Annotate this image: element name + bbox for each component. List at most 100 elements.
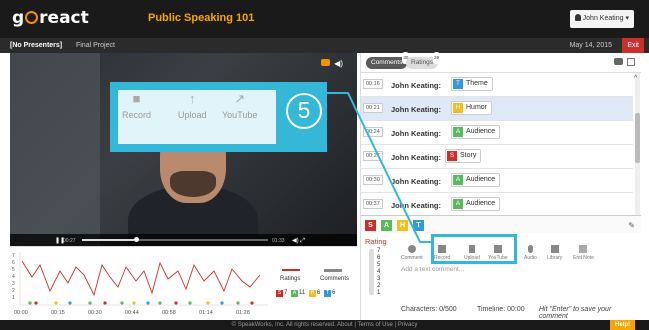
logo[interactable]: g react [12, 8, 89, 28]
print-icon[interactable] [627, 58, 635, 66]
legend-ratings: Ratings [280, 276, 301, 282]
callout-record: ■ Record [122, 91, 152, 121]
comment-row[interactable]: 00:37 John Keating: A Audience [361, 193, 633, 217]
ratings-series-line [21, 260, 261, 297]
comments-panel: Comments 30 Ratings 29 00:16 John Keating:… [360, 52, 641, 320]
comment-time[interactable]: 00:27 [363, 151, 383, 161]
microphone-icon [527, 245, 533, 253]
rating-button-t[interactable]: T [413, 220, 424, 231]
rating-button-s[interactable]: S [365, 220, 376, 231]
help-button[interactable]: Help! [610, 320, 635, 330]
x-tick: 01:28 [236, 310, 250, 316]
count-badge-s: S [276, 290, 283, 297]
comment-row[interactable]: 00:16 John Keating: T Theme [361, 73, 633, 97]
fullscreen-icon[interactable]: ◀) ⤢ [292, 237, 305, 245]
comment-time[interactable]: 00:37 [363, 199, 383, 209]
sub-header: [No Presenters] Final Project May 14, 20… [0, 38, 649, 53]
rating-selector: Rating 7 6 5 4 3 2 1 [365, 237, 395, 296]
footer-text: © SpeakWorks, Inc. All rights reserved. … [231, 322, 418, 328]
character-count: Characters: 0/500 [401, 306, 457, 313]
legend-comments-swatch [324, 269, 342, 272]
edit-icon[interactable]: ✎ [628, 221, 635, 230]
y-tick: 2 [12, 288, 15, 294]
comment-bubble-icon[interactable] [321, 59, 331, 66]
comment-tool-button[interactable]: Comment [401, 245, 423, 261]
ratings-graph: 7 6 5 4 3 2 1 00:00 00:15 00:30 00:44 00… [10, 246, 357, 320]
comment-author: John Keating: [391, 201, 441, 210]
note-icon [579, 245, 588, 253]
rating-values: 7 6 5 4 3 2 1 [377, 248, 381, 296]
timeline-value: Timeline: 00:00 [477, 306, 525, 313]
comment-input[interactable]: Add a text comment... [401, 266, 631, 300]
save-hint: Hit "Enter" to save your comment [539, 306, 612, 320]
scrollbar-thumb[interactable] [635, 113, 640, 163]
comment-row[interactable]: 00:21 John Keating: H Humor [361, 97, 633, 121]
count-badge-t: T [323, 290, 331, 297]
comment-scrollbar[interactable] [635, 73, 640, 223]
legend-ratings-swatch [282, 269, 300, 271]
comment-tag: A Audience [451, 197, 501, 211]
session-date: May 14, 2015 [569, 42, 612, 49]
audio-button[interactable]: Audio [524, 245, 537, 261]
comment-tag: S Story [445, 149, 482, 163]
external-link-icon: ↗ [234, 91, 246, 106]
comment-icon [407, 245, 416, 253]
chevron-up-icon[interactable]: ^ [634, 75, 637, 82]
course-title: Public Speaking 101 [148, 12, 255, 24]
y-tick: 5 [12, 267, 15, 273]
tab-ratings[interactable]: Ratings 29 [406, 52, 441, 69]
user-menu-button[interactable]: John Keating ▾ [569, 10, 634, 28]
seek-handle[interactable] [134, 237, 140, 242]
rating-button-a[interactable]: A [381, 220, 392, 231]
ratings-count: 29 [433, 52, 441, 64]
volume-icon[interactable]: ◀) [334, 59, 343, 68]
rating-button-h[interactable]: H [397, 220, 408, 231]
comment-author: John Keating: [391, 177, 441, 186]
seek-bar[interactable] [82, 237, 268, 242]
callout-box: ■ Record ↑ Upload ↗ YouTube 5 [110, 82, 327, 152]
rating-slider[interactable] [369, 249, 374, 295]
count-badge-a: A [291, 290, 299, 297]
y-tick: 3 [12, 281, 15, 287]
y-tick: 6 [12, 260, 15, 266]
y-tick: 4 [12, 274, 15, 280]
x-tick: 00:00 [14, 310, 28, 316]
comment-row[interactable]: 00:30 John Keating: A Audience [361, 169, 633, 193]
callout-highlight [431, 234, 517, 264]
comment-tag: A Audience [451, 125, 501, 139]
footer: © SpeakWorks, Inc. All rights reserved. … [0, 320, 649, 330]
comment-status: Characters: 0/500 Timeline: 00:00 Hit "E… [401, 306, 641, 320]
total-time: 01:33 [272, 238, 285, 244]
video-controls: ❚❚ 00:27 01:33 ◀) ⤢ [10, 234, 357, 246]
library-button[interactable]: Library [547, 245, 562, 261]
comment-author: John Keating: [391, 105, 441, 114]
current-time: 00:27 [63, 238, 76, 244]
comment-author: John Keating: [391, 153, 441, 162]
comment-time[interactable]: 00:24 [363, 127, 383, 137]
panel-tabs: Comments 30 Ratings 29 [361, 52, 641, 73]
presenters-label: [No Presenters] [10, 42, 63, 49]
comment-author: John Keating: [391, 81, 441, 90]
video-background [10, 53, 100, 246]
category-counts: S7 A 11 H6 T6 [276, 290, 336, 297]
upload-icon: ↑ [189, 91, 196, 106]
end-note-button[interactable]: End Note [573, 245, 594, 261]
x-tick: 00:58 [162, 310, 176, 316]
y-tick: 7 [12, 253, 15, 259]
legend-comments: Comments [320, 276, 350, 282]
x-tick: 00:30 [88, 310, 102, 316]
chat-icon[interactable] [614, 58, 623, 65]
comment-time[interactable]: 00:21 [363, 103, 383, 113]
comment-time[interactable]: 00:30 [363, 175, 383, 185]
comment-time[interactable]: 00:16 [363, 79, 383, 89]
comment-markers [28, 301, 254, 305]
exit-button[interactable]: Exit [622, 38, 644, 53]
y-tick: 1 [12, 295, 15, 301]
comment-row[interactable]: 00:24 John Keating: A Audience [361, 121, 633, 145]
rating-category-bar: S A H T ✎ [361, 215, 641, 233]
video-overlay-icons: ◀) [321, 59, 343, 68]
x-tick: 01:14 [199, 310, 213, 316]
tab-comments[interactable]: Comments 30 [366, 52, 410, 69]
comment-tag: A Audience [451, 173, 501, 187]
comment-row[interactable]: 00:27 John Keating: S Story [361, 145, 633, 169]
